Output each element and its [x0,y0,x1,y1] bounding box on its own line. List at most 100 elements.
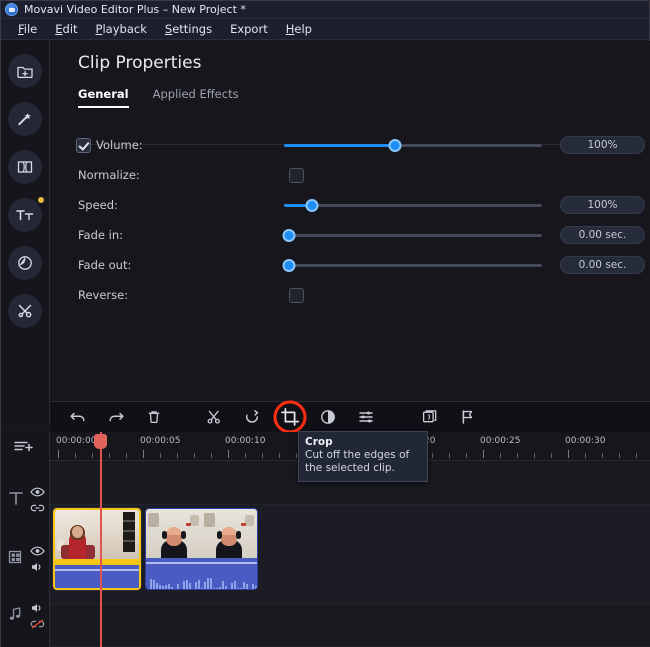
left-sidebar [1,41,50,424]
lane-audio[interactable] [50,605,650,647]
ruler-label: 00:00:05 [140,436,181,446]
fade-in-slider-knob[interactable] [282,229,296,242]
speaker-icon[interactable] [30,561,45,573]
folder-plus-icon [16,62,34,80]
menu-help[interactable]: Help [277,20,321,38]
tooltip-title: Crop [305,436,333,448]
reverse-label: Reverse: [78,288,129,302]
normalize-label: Normalize: [78,168,140,182]
row-volume: Volume: 100% [51,130,650,160]
row-speed: Speed: 100% [51,190,650,220]
volume-checkbox[interactable] [76,137,91,153]
fade-in-value-field[interactable]: 0.00 sec. [560,226,645,244]
more-tools-button[interactable] [347,402,385,433]
filters-pie-icon [16,254,34,272]
properties-rows: Volume: 100% Normalize: Speed: 100% Fade… [51,130,650,310]
trash-icon [145,408,163,426]
editor-toolbar [51,400,650,434]
redo-arrow-icon [107,408,125,426]
title-T-icon [7,488,25,512]
unlink-muted-icon[interactable] [30,618,45,630]
fade-out-slider[interactable] [282,258,542,272]
volume-value-field[interactable]: 100% [560,136,645,154]
tools-wrench-icon [16,302,34,320]
speed-value-field[interactable]: 100% [560,196,645,214]
stabilization-button[interactable] [411,402,449,433]
eye-icon[interactable] [30,486,45,498]
menu-settings[interactable]: Settings [156,20,221,38]
sidebar-item-tools[interactable] [8,294,42,328]
video-track-toggles [30,545,45,573]
timeline-tracks[interactable] [50,461,650,647]
clip-1-thumb [55,510,139,559]
volume-slider-knob[interactable] [388,139,402,152]
menu-bar: File Edit Playback Settings Export Help [1,19,649,40]
track-header-audio [1,594,50,638]
clip-1[interactable] [53,508,141,590]
color-contrast-icon [319,408,337,426]
sidebar-item-magic-wand[interactable] [8,102,42,136]
audio-track-toggles [30,602,45,630]
speed-slider-knob[interactable] [305,199,319,212]
track-header-title [1,478,50,522]
row-reverse: Reverse: [51,280,650,310]
sidebar-item-filters[interactable] [8,246,42,280]
reverse-checkbox[interactable] [289,287,304,303]
sidebar-item-titles[interactable] [8,197,44,232]
ruler-label: 00:00:10 [225,436,266,446]
add-track-button[interactable] [13,438,35,460]
movavi-logo-icon [5,3,18,16]
row-fade-in: Fade in: 0.00 sec. [51,220,650,250]
properties-tabs: General Applied Effects [51,87,650,108]
fade-out-slider-track [284,264,542,267]
clip-2-thumb [201,509,257,558]
undo-button[interactable] [59,402,97,433]
delete-button[interactable] [135,402,173,433]
tab-general[interactable]: General [78,87,129,108]
fade-out-slider-knob[interactable] [282,259,296,272]
speaker-icon[interactable] [30,602,45,614]
sliders-icon [357,408,375,426]
rotate-button[interactable] [233,402,271,433]
menu-playback[interactable]: Playback [87,20,156,38]
sidebar-item-import-media[interactable] [8,54,42,88]
volume-slider-fill [284,144,395,147]
title-track-toggles [30,486,45,514]
link-icon[interactable] [30,502,45,514]
fade-in-slider-track [284,234,542,237]
sidebar-item-transitions[interactable] [8,150,42,184]
tab-applied-effects[interactable]: Applied Effects [153,87,239,108]
magic-wand-icon [16,110,34,128]
window-title: Movavi Video Editor Plus – New Project * [24,3,246,16]
fade-in-label: Fade in: [78,228,123,242]
scissors-icon [205,408,223,426]
stabilization-icon [421,408,439,426]
clip-2-thumb [146,509,202,558]
menu-export[interactable]: Export [221,20,277,38]
color-adjust-button[interactable] [309,402,347,433]
ruler-label: 00:00:30 [565,436,606,446]
titles-tt-icon [15,206,35,224]
split-button[interactable] [195,402,233,433]
lane-video[interactable] [50,505,650,605]
menu-file[interactable]: File [9,20,46,38]
marker-button[interactable] [449,402,487,433]
transitions-icon [16,158,34,176]
clip-properties-panel: Clip Properties General Applied Effects … [51,41,650,401]
fade-out-value-field[interactable]: 0.00 sec. [560,256,645,274]
normalize-checkbox[interactable] [289,167,304,183]
row-normalize: Normalize: [51,160,650,190]
track-headers [1,432,50,647]
fade-out-label: Fade out: [78,258,132,272]
clip-2[interactable] [145,508,258,590]
crop-icon [280,407,300,427]
fade-in-slider[interactable] [282,228,542,242]
eye-icon[interactable] [30,545,45,557]
redo-button[interactable] [97,402,135,433]
speed-slider[interactable] [284,198,542,212]
volume-slider[interactable] [284,138,542,152]
ruler-label: 00:00:00 [56,436,97,446]
crop-button[interactable] [271,400,309,434]
crop-tooltip: Crop Cut off the edges of the selected c… [298,431,428,482]
menu-edit[interactable]: Edit [46,20,86,38]
